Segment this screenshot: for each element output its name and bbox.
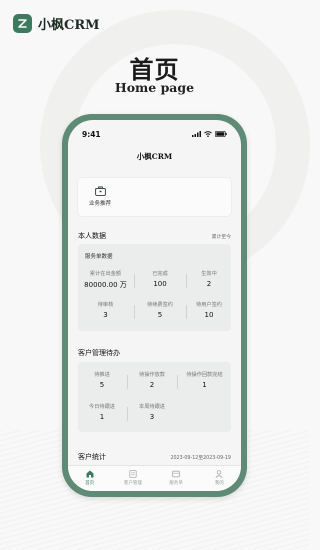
home-icon (86, 470, 94, 478)
todo-cell[interactable]: 本周待跟进 3 (128, 403, 176, 421)
stat-cell[interactable]: 累计在出金额 80000.00 万 (78, 270, 133, 290)
brand-name: 小枫CRM (38, 18, 100, 33)
stat-label: 累计在出金额 (89, 271, 122, 277)
todo-title: 客户管理待办 (78, 349, 120, 357)
todo-value: 5 (99, 381, 105, 389)
personal-data-title: 本人数据 (78, 232, 106, 240)
todo-label: 待操作放款 (139, 372, 165, 378)
business-recommend-button[interactable]: 业务推荐 (86, 186, 114, 207)
stat-cell[interactable]: 待审核 3 (78, 301, 133, 319)
todo-cell[interactable]: 待操作放款 2 (128, 371, 176, 389)
briefcase-icon (94, 186, 106, 196)
todo-value: 3 (149, 413, 155, 421)
business-card: 业务推荐 (78, 178, 231, 216)
todo-value: 2 (149, 381, 155, 389)
todo-value: 1 (99, 413, 105, 421)
stat-label: 已完成 (152, 271, 168, 277)
tab-label: 我的 (214, 481, 224, 486)
stat-cell[interactable]: 待用户签约 10 (187, 301, 231, 319)
bottom-tab-bar: 首页 客户管理 服务单 我的 (68, 465, 241, 491)
service-order-title: 服务单数据 (85, 254, 113, 260)
todo-value: 1 (202, 381, 207, 389)
battery-icon (215, 131, 227, 137)
todo-label: 本周待跟进 (139, 404, 165, 410)
tab-orders[interactable]: 服务单 (156, 470, 196, 486)
client-stats-title: 客户统计 (78, 453, 106, 461)
tab-home[interactable]: 首页 (70, 470, 110, 486)
todo-label: 待推进 (94, 372, 110, 378)
orders-icon (172, 470, 180, 478)
personal-data-range[interactable]: 累计至今 (212, 233, 231, 240)
todo-cell[interactable]: 待推进 5 (78, 371, 126, 389)
service-order-panel: 服务单数据 累计在出金额 80000.00 万 已完成 100 生效中 2 待审… (78, 244, 231, 331)
todo-cell[interactable]: 待操作回款完结 1 (178, 371, 231, 389)
stat-value: 5 (157, 311, 163, 319)
status-time: 9:41 (82, 129, 101, 139)
stat-cell[interactable]: 生效中 2 (187, 270, 231, 288)
stat-label: 待续费签约 (147, 302, 173, 308)
stat-value: 2 (206, 280, 212, 288)
client-stats-date-range[interactable]: 2023-09-12至2023-09-19 (170, 454, 231, 461)
hero-subtitle: Home page (114, 80, 195, 95)
business-recommend-label: 业务推荐 (88, 201, 111, 207)
stat-value: 10 (204, 311, 214, 319)
app-title: 小枫CRM (136, 152, 173, 161)
todo-cell[interactable]: 今日待跟进 1 (78, 403, 126, 421)
client-stats-header: 客户统计 2023-09-12至2023-09-19 (78, 452, 231, 462)
todo-label: 今日待跟进 (89, 404, 115, 410)
phone-screen: 9:41 小枫CRM 业务推荐 本人数据 累计至今 服务单数据 累计在出金额 8… (68, 120, 241, 491)
tab-label: 首页 (85, 481, 95, 486)
tab-label: 客户管理 (123, 481, 142, 486)
stat-value: 100 (153, 280, 167, 288)
status-icons (192, 131, 227, 137)
stat-label: 待用户签约 (196, 302, 222, 308)
wifi-icon (204, 131, 212, 137)
stat-cell[interactable]: 待续费签约 5 (135, 301, 185, 319)
profile-icon (215, 470, 223, 478)
brand-logo: 小枫CRM (13, 14, 100, 33)
todo-panel: 待推进 5 待操作放款 2 待操作回款完结 1 今日待跟进 1 本周待跟进 3 (78, 362, 231, 432)
personal-data-header: 本人数据 累计至今 (78, 231, 231, 241)
tab-label: 服务单 (169, 481, 183, 486)
stat-value: 3 (103, 311, 108, 319)
todo-label: 待操作回款完结 (186, 372, 223, 378)
logo-icon (13, 14, 32, 33)
clients-icon (129, 470, 137, 478)
stat-value: 80000.00 万 (84, 281, 127, 289)
stat-cell[interactable]: 已完成 100 (135, 270, 185, 288)
signal-icon (192, 131, 201, 137)
status-bar: 9:41 (68, 128, 241, 140)
stat-label: 生效中 (201, 271, 217, 277)
todo-header: 客户管理待办 (78, 348, 231, 358)
phone-mockup: 9:41 小枫CRM 业务推荐 本人数据 累计至今 服务单数据 累计在出金额 8… (62, 114, 247, 497)
stat-label: 待审核 (97, 302, 114, 308)
tab-clients[interactable]: 客户管理 (113, 470, 153, 486)
tab-profile[interactable]: 我的 (199, 470, 239, 486)
